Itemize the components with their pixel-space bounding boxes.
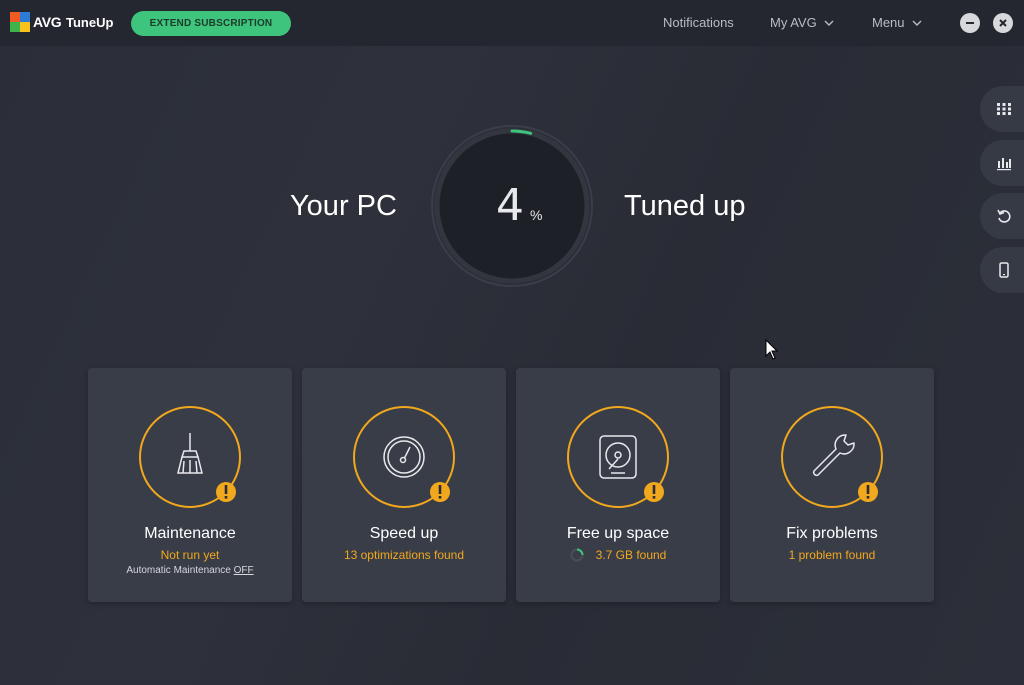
free-up-space-status-text: 3.7 GB found bbox=[595, 548, 667, 562]
brand-name: AVG bbox=[33, 14, 62, 30]
product-name: TuneUp bbox=[66, 15, 114, 30]
hero-left-text: Your PC bbox=[290, 190, 397, 222]
broom-icon bbox=[177, 433, 203, 474]
maintenance-ring bbox=[139, 406, 241, 508]
maintenance-card[interactable]: Maintenance Not run yet Automatic Mainte… bbox=[88, 368, 292, 602]
close-icon bbox=[999, 19, 1007, 27]
free-up-space-title: Free up space bbox=[566, 525, 670, 542]
automatic-maintenance-label: Automatic Maintenance bbox=[126, 565, 231, 576]
my-avg-menu[interactable]: My AVG bbox=[770, 15, 834, 30]
minimize-icon bbox=[966, 22, 974, 24]
notifications-label: Notifications bbox=[663, 15, 734, 30]
close-button[interactable] bbox=[993, 13, 1013, 33]
undo-icon bbox=[997, 209, 1011, 223]
side-tab-mobile[interactable] bbox=[980, 247, 1024, 293]
bar-chart-icon bbox=[997, 158, 1011, 171]
hard-drive-icon bbox=[599, 435, 637, 479]
free-up-space-card[interactable]: Free up space 3.7 GB found bbox=[516, 368, 720, 602]
side-tab-apps[interactable] bbox=[980, 86, 1024, 132]
speed-up-ring bbox=[353, 406, 455, 508]
extend-subscription-button[interactable]: EXTEND SUBSCRIPTION bbox=[131, 11, 291, 36]
menu-label: Menu bbox=[872, 15, 905, 30]
fix-problems-title: Fix problems bbox=[786, 525, 878, 542]
speed-up-card[interactable]: Speed up 13 optimizations found bbox=[302, 368, 506, 602]
minimize-button[interactable] bbox=[960, 13, 980, 33]
mouse-cursor-icon bbox=[765, 339, 779, 360]
fix-problems-status: 1 problem found bbox=[788, 548, 876, 562]
automatic-maintenance-setting: Automatic Maintenance OFF bbox=[88, 565, 292, 576]
mobile-icon bbox=[999, 262, 1009, 278]
free-up-space-ring bbox=[567, 406, 669, 508]
wrench-icon bbox=[812, 434, 855, 477]
chevron-down-icon bbox=[824, 20, 834, 26]
automatic-maintenance-toggle-link[interactable]: OFF bbox=[234, 565, 254, 576]
free-up-space-status: 3.7 GB found bbox=[516, 548, 720, 562]
speed-up-status: 13 optimizations found bbox=[343, 548, 465, 562]
avg-logo-icon bbox=[10, 12, 30, 32]
maintenance-status: Not run yet bbox=[160, 548, 220, 562]
fix-problems-ring bbox=[781, 406, 883, 508]
my-avg-label: My AVG bbox=[770, 15, 817, 30]
hero-right-text: Tuned up bbox=[624, 190, 746, 222]
side-tab-stats[interactable] bbox=[980, 140, 1024, 186]
maintenance-title: Maintenance bbox=[144, 525, 236, 542]
speed-up-title: Speed up bbox=[369, 525, 439, 542]
fix-problems-card[interactable]: Fix problems 1 problem found bbox=[730, 368, 934, 602]
tuneup-percent-value: 4 bbox=[496, 180, 524, 231]
loading-spinner-icon bbox=[570, 548, 584, 562]
chevron-down-icon bbox=[912, 20, 922, 26]
speedometer-icon bbox=[383, 436, 425, 478]
notifications-link[interactable]: Notifications bbox=[663, 15, 734, 30]
main-menu[interactable]: Menu bbox=[872, 15, 922, 30]
side-tab-rescue-center[interactable] bbox=[980, 193, 1024, 239]
title-bar: AVG TuneUp EXTEND SUBSCRIPTION Notificat… bbox=[0, 0, 1024, 46]
grid-icon bbox=[997, 103, 1011, 115]
tuneup-percent-unit: % bbox=[530, 207, 543, 223]
